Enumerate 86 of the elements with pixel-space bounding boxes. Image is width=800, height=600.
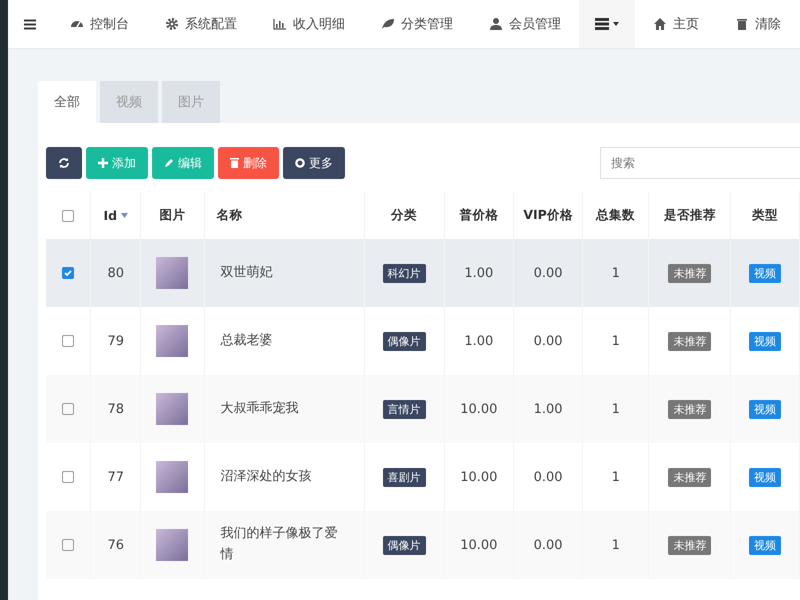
photo-placeholder xyxy=(156,529,188,561)
table-cell: 沼泽深处的女孩 xyxy=(220,468,312,484)
table-cell: 大叔乖乖宠我 xyxy=(220,400,299,416)
table-cell: 总裁老婆 xyxy=(220,332,273,348)
tab[interactable]: 全部 xyxy=(38,81,96,123)
pencil-icon xyxy=(164,158,174,168)
table-cell: 77 xyxy=(108,470,124,484)
table-cell: 79 xyxy=(108,334,124,348)
checkbox[interactable] xyxy=(62,210,74,222)
nav-item[interactable]: 收入明细 xyxy=(255,0,363,48)
refresh-button[interactable] xyxy=(46,147,82,179)
recommend-label: 未推荐 xyxy=(668,468,712,486)
search-field[interactable]: 搜索 xyxy=(600,147,800,179)
refresh-icon xyxy=(58,157,70,169)
checkbox[interactable] xyxy=(62,266,74,279)
table-cell: 1 xyxy=(612,538,620,552)
column-header: 普价格 xyxy=(459,206,498,222)
category-label: 科幻片 xyxy=(382,264,426,282)
photo-placeholder xyxy=(156,325,188,357)
table-cell: 我们的样子像极了爱情 xyxy=(220,526,338,562)
nav-item[interactable]: 分类管理 xyxy=(363,0,471,48)
table-cell: 1.00 xyxy=(464,334,494,348)
plus-icon xyxy=(98,158,108,168)
user-icon xyxy=(489,17,503,31)
recommend-label: 未推荐 xyxy=(668,536,712,554)
table-cell: 78 xyxy=(108,402,124,416)
table-cell: 80 xyxy=(108,266,124,280)
type-label: 视频 xyxy=(749,332,782,350)
home-icon xyxy=(653,17,667,31)
sort-icon[interactable] xyxy=(121,212,128,218)
table-cell: 1.00 xyxy=(464,266,494,280)
column-header: 类型 xyxy=(752,206,778,222)
recommend-label: 未推荐 xyxy=(668,332,712,350)
photo-placeholder xyxy=(156,393,188,425)
checkbox[interactable] xyxy=(62,538,74,551)
table-cell: 1.00 xyxy=(534,402,563,416)
table-cell: 1 xyxy=(612,470,620,484)
type-label: 视频 xyxy=(749,536,782,554)
nav-item[interactable]: 主页 xyxy=(635,0,717,48)
table-cell: 10.00 xyxy=(460,470,498,484)
photo-placeholder xyxy=(156,461,188,493)
gear-icon xyxy=(165,17,179,31)
table-cell: 1 xyxy=(612,266,620,280)
table-cell: 双世萌妃 xyxy=(220,264,273,280)
checkbox[interactable] xyxy=(62,402,74,415)
column-header: 总集数 xyxy=(596,206,636,222)
photo-placeholder xyxy=(156,257,188,289)
list-icon xyxy=(595,18,609,30)
nav-item[interactable]: 清除 xyxy=(717,0,799,48)
column-header: 是否推荐 xyxy=(664,206,716,222)
table-cell: 1 xyxy=(612,402,620,416)
nav-item[interactable]: 会员管理 xyxy=(471,0,579,48)
column-header: VIP价格 xyxy=(523,206,573,222)
column-header: 分类 xyxy=(391,206,418,222)
trash-icon xyxy=(230,158,239,168)
checkbox[interactable] xyxy=(62,470,74,483)
category-label: 偶像片 xyxy=(382,332,426,350)
table-cell: 1 xyxy=(612,334,620,348)
column-header: 图片 xyxy=(159,206,186,222)
nav-item[interactable]: 系统配置 xyxy=(147,0,255,48)
table-cell: 0.00 xyxy=(534,266,563,280)
layout-dropdown[interactable] xyxy=(579,0,635,48)
column-header[interactable]: Id xyxy=(103,208,118,222)
nav-item[interactable]: 控制台 xyxy=(52,0,147,48)
type-label: 视频 xyxy=(749,264,782,282)
table-cell: 10.00 xyxy=(460,538,498,552)
table-cell: 0.00 xyxy=(534,538,563,552)
leaf-icon xyxy=(381,17,395,31)
table-cell: 0.00 xyxy=(534,470,563,484)
more-button[interactable]: 更多 xyxy=(283,147,345,179)
column-header: 名称 xyxy=(216,206,243,222)
category-label: 喜剧片 xyxy=(382,468,426,486)
checkbox[interactable] xyxy=(62,334,74,347)
recommend-label: 未推荐 xyxy=(668,400,712,418)
table-cell: 0.00 xyxy=(534,334,563,348)
caret-icon xyxy=(613,22,619,26)
gear-icon xyxy=(295,158,305,168)
category-label: 偶像片 xyxy=(382,536,426,554)
trash-icon xyxy=(735,17,749,31)
type-label: 视频 xyxy=(749,400,782,418)
table-cell: 10.00 xyxy=(460,402,498,416)
category-label: 言情片 xyxy=(382,400,426,418)
chart-icon xyxy=(273,17,287,31)
type-label: 视频 xyxy=(749,468,782,486)
recommend-label: 未推荐 xyxy=(668,264,712,282)
table-cell: 76 xyxy=(108,538,124,552)
